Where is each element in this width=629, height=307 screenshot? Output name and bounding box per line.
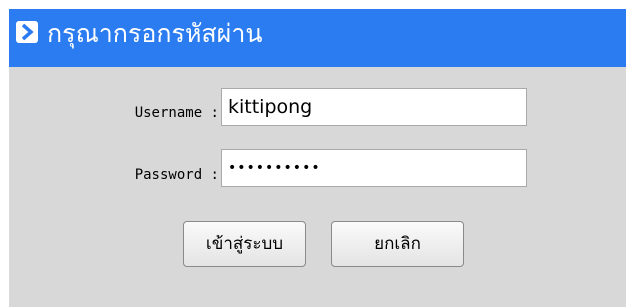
- username-label: Username :: [134, 105, 219, 121]
- cancel-button[interactable]: ยกเลิก: [331, 221, 464, 267]
- login-title: กรุณากรอกรหัสผ่าน: [47, 19, 263, 48]
- login-button[interactable]: เข้าสู่ระบบ: [183, 221, 306, 267]
- chevron-right-icon: [16, 21, 38, 43]
- password-label: Password :: [134, 167, 219, 183]
- login-panel: กรุณากรอกรหัสผ่าน Username : Password : …: [9, 9, 626, 307]
- login-header: กรุณากรอกรหัสผ่าน: [9, 9, 626, 67]
- password-input[interactable]: ••••••••••: [221, 149, 527, 187]
- username-input[interactable]: [221, 88, 527, 126]
